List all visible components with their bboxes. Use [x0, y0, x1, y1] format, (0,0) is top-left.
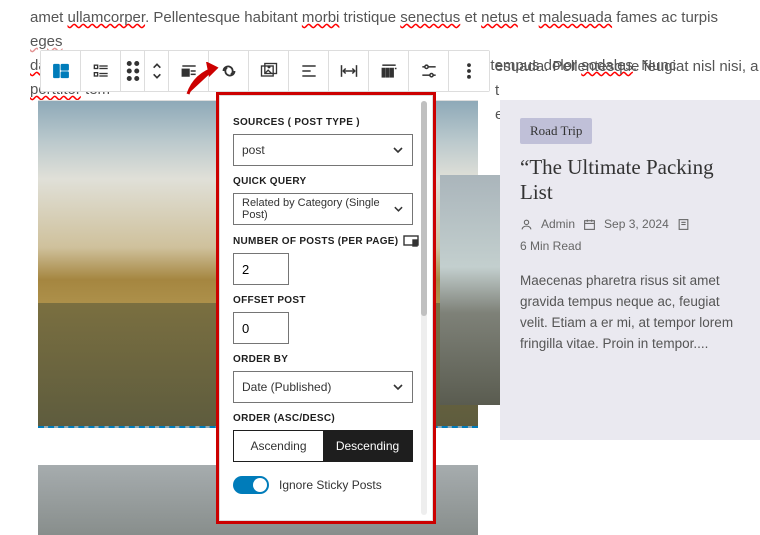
- chevron-down-icon: [392, 144, 404, 156]
- transform-button[interactable]: [81, 51, 121, 91]
- more-button[interactable]: [449, 51, 489, 91]
- chevron-updown-icon: [150, 61, 164, 81]
- orderby-value: Date (Published): [242, 380, 331, 394]
- align-icon: [179, 61, 199, 81]
- settings-button[interactable]: [409, 51, 449, 91]
- text-align-button[interactable]: [289, 51, 329, 91]
- sources-value: post: [242, 143, 265, 157]
- sources-select[interactable]: post: [233, 134, 413, 166]
- gallery-icon: [259, 61, 279, 81]
- orderby-label: ORDER BY: [233, 354, 419, 365]
- quickquery-label: QUICK QUERY: [233, 176, 419, 187]
- block-type-button[interactable]: [41, 51, 81, 91]
- list-icon: [91, 61, 111, 81]
- post-excerpt: Maecenas pharetra risus sit amet gravida…: [520, 271, 740, 355]
- block-icon: [51, 61, 71, 81]
- scrollbar[interactable]: [421, 101, 427, 515]
- post-readtime: 6 Min Read: [520, 239, 581, 253]
- device-icon[interactable]: [403, 235, 419, 247]
- sliders-icon: [419, 61, 439, 81]
- post-date: Sep 3, 2024: [604, 217, 669, 231]
- post-author: Admin: [541, 217, 575, 231]
- category-pill[interactable]: Road Trip: [520, 118, 592, 144]
- chevron-down-icon: [392, 381, 404, 393]
- drag-handle[interactable]: [121, 51, 145, 91]
- order-desc[interactable]: Descending: [323, 431, 412, 461]
- offset-input[interactable]: [233, 312, 289, 344]
- query-settings-popover: SOURCES ( POST TYPE ) post QUICK QUERY R…: [216, 92, 436, 524]
- post-meta: Admin Sep 3, 2024 6 Min Read: [520, 217, 740, 253]
- block-toolbar: [40, 50, 490, 92]
- order-segmented: Ascending Descending: [233, 430, 413, 462]
- link-icon: [218, 60, 240, 82]
- width-button[interactable]: [329, 51, 369, 91]
- orderby-select[interactable]: Date (Published): [233, 371, 413, 403]
- post-title: “The Ultimate Packing List: [520, 155, 740, 205]
- order-asc[interactable]: Ascending: [234, 431, 323, 461]
- offset-label: OFFSET POST: [233, 295, 419, 306]
- num-input[interactable]: [233, 253, 289, 285]
- more-icon: [459, 61, 479, 81]
- sources-label: SOURCES ( POST TYPE ): [233, 117, 419, 128]
- drag-icon: [126, 61, 140, 81]
- sticky-label: Ignore Sticky Posts: [279, 478, 382, 492]
- columns-button[interactable]: [369, 51, 409, 91]
- post-preview[interactable]: Road Trip “The Ultimate Packing List Adm…: [500, 100, 760, 440]
- width-icon: [339, 61, 359, 81]
- post-image-2: [440, 175, 500, 405]
- calendar-icon: [583, 218, 596, 231]
- chevron-down-icon: [393, 203, 404, 215]
- text-align-icon: [299, 61, 319, 81]
- move-buttons[interactable]: [145, 51, 169, 91]
- user-icon: [520, 218, 533, 231]
- quickquery-value: Related by Category (Single Post): [242, 197, 393, 221]
- quickquery-select[interactable]: Related by Category (Single Post): [233, 193, 413, 225]
- num-label: NUMBER OF POSTS (PER PAGE): [233, 235, 419, 247]
- columns-icon: [379, 61, 399, 81]
- align-button[interactable]: [169, 51, 209, 91]
- image-button[interactable]: [249, 51, 289, 91]
- query-button[interactable]: [209, 51, 249, 91]
- order-label: ORDER (ASC/DESC): [233, 413, 419, 424]
- sticky-toggle[interactable]: [233, 476, 269, 494]
- readtime-icon: [677, 218, 690, 231]
